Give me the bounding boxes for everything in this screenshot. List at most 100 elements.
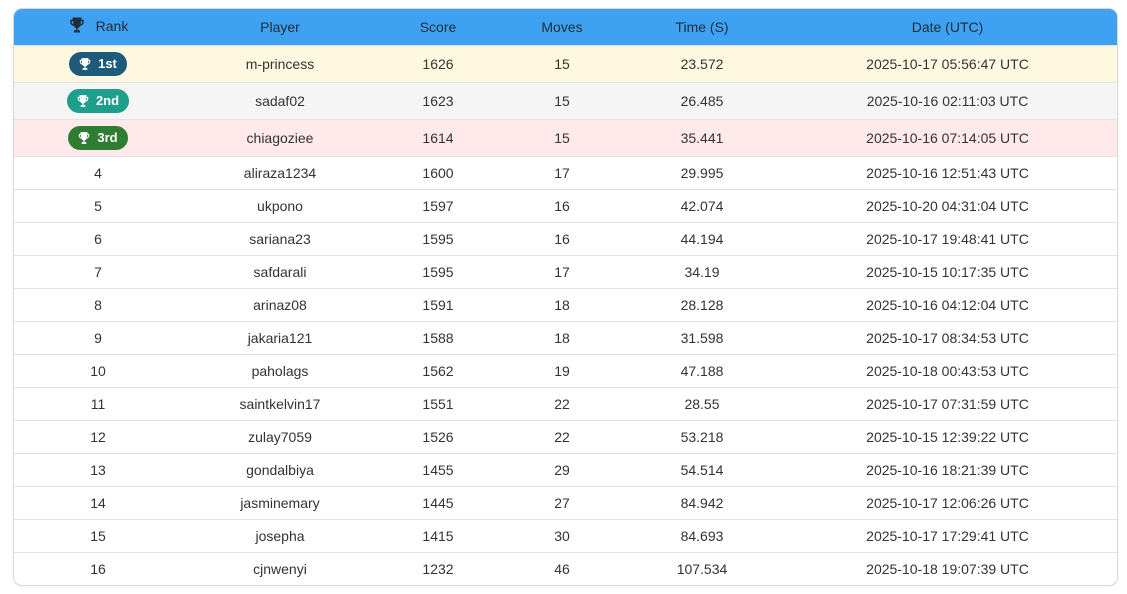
moves-cell: 17 bbox=[498, 155, 626, 189]
score-cell: 1600 bbox=[378, 155, 498, 189]
header-moves: Moves bbox=[541, 18, 583, 35]
leaderboard-table: Rank Player Score Moves Time (S) Date (U… bbox=[13, 8, 1118, 586]
time-cell: 84.942 bbox=[626, 485, 778, 519]
date-cell: 2025-10-15 10:17:35 UTC bbox=[778, 254, 1117, 288]
time-cell: 28.55 bbox=[626, 386, 778, 420]
moves-cell: 15 bbox=[498, 118, 626, 156]
header-score: Score bbox=[419, 18, 457, 35]
rank-cell: 8 bbox=[14, 287, 182, 321]
time-cell: 107.534 bbox=[626, 551, 778, 585]
score-cell: 1526 bbox=[378, 419, 498, 453]
player-cell: sariana23 bbox=[182, 221, 378, 255]
score-cell: 1455 bbox=[378, 452, 498, 486]
rank-cell: 10 bbox=[14, 353, 182, 387]
rank-cell: 16 bbox=[14, 551, 182, 585]
date-cell: 2025-10-20 04:31:04 UTC bbox=[778, 188, 1117, 222]
date-cell: 2025-10-17 08:34:53 UTC bbox=[778, 320, 1117, 354]
score-cell: 1588 bbox=[378, 320, 498, 354]
moves-cell: 30 bbox=[498, 518, 626, 552]
trophy-icon bbox=[68, 16, 86, 37]
table-row: 15 josepha 1415 30 84.693 2025-10-17 17:… bbox=[14, 518, 1117, 552]
table-row: 11 saintkelvin17 1551 22 28.55 2025-10-1… bbox=[14, 386, 1117, 420]
table-row: 8 arinaz08 1591 18 28.128 2025-10-16 04:… bbox=[14, 287, 1117, 321]
time-cell: 23.572 bbox=[626, 44, 778, 82]
moves-cell: 22 bbox=[498, 386, 626, 420]
rank-cell: 14 bbox=[14, 485, 182, 519]
player-cell: gondalbiya bbox=[182, 452, 378, 486]
score-cell: 1614 bbox=[378, 118, 498, 156]
time-cell: 54.514 bbox=[626, 452, 778, 486]
moves-cell: 46 bbox=[498, 551, 626, 585]
score-cell: 1623 bbox=[378, 81, 498, 119]
rank-cell: 11 bbox=[14, 386, 182, 420]
table-row-rank-2: 2nd sadaf02 1623 15 26.485 2025-10-16 02… bbox=[14, 81, 1117, 119]
rank-cell: 7 bbox=[14, 254, 182, 288]
rank-cell: 15 bbox=[14, 518, 182, 552]
date-cell: 2025-10-16 07:14:05 UTC bbox=[778, 118, 1117, 156]
rank-cell: 4 bbox=[14, 155, 182, 189]
score-cell: 1551 bbox=[378, 386, 498, 420]
score-cell: 1595 bbox=[378, 221, 498, 255]
moves-cell: 18 bbox=[498, 287, 626, 321]
moves-cell: 15 bbox=[498, 81, 626, 119]
rank-cell: 3rd bbox=[14, 118, 182, 156]
date-cell: 2025-10-16 04:12:04 UTC bbox=[778, 287, 1117, 321]
header-row: Rank Player Score Moves Time (S) Date (U… bbox=[14, 9, 1117, 45]
header-time: Time (S) bbox=[675, 18, 729, 35]
player-cell: safdarali bbox=[182, 254, 378, 288]
table-header: Rank Player Score Moves Time (S) Date (U… bbox=[14, 9, 1117, 45]
player-cell: ukpono bbox=[182, 188, 378, 222]
date-cell: 2025-10-17 07:31:59 UTC bbox=[778, 386, 1117, 420]
moves-cell: 22 bbox=[498, 419, 626, 453]
time-cell: 29.995 bbox=[626, 155, 778, 189]
table-row: 16 cjnwenyi 1232 46 107.534 2025-10-18 1… bbox=[14, 551, 1117, 585]
time-cell: 47.188 bbox=[626, 353, 778, 387]
player-cell: jasminemary bbox=[182, 485, 378, 519]
player-cell: saintkelvin17 bbox=[182, 386, 378, 420]
header-date: Date (UTC) bbox=[911, 18, 984, 35]
header-rank-label: Rank bbox=[95, 18, 129, 35]
table-row: 10 paholags 1562 19 47.188 2025-10-18 00… bbox=[14, 353, 1117, 387]
date-cell: 2025-10-16 18:21:39 UTC bbox=[778, 452, 1117, 486]
table-row: 12 zulay7059 1526 22 53.218 2025-10-15 1… bbox=[14, 419, 1117, 453]
table-row: 13 gondalbiya 1455 29 54.514 2025-10-16 … bbox=[14, 452, 1117, 486]
moves-cell: 17 bbox=[498, 254, 626, 288]
rank-badge-gold: 1st bbox=[69, 51, 127, 76]
time-cell: 53.218 bbox=[626, 419, 778, 453]
rank-badge-label: 1st bbox=[98, 56, 117, 71]
score-cell: 1626 bbox=[378, 44, 498, 82]
table-row: 14 jasminemary 1445 27 84.942 2025-10-17… bbox=[14, 485, 1117, 519]
leaderboard-grid: Rank Player Score Moves Time (S) Date (U… bbox=[14, 9, 1117, 585]
moves-cell: 29 bbox=[498, 452, 626, 486]
date-cell: 2025-10-17 12:06:26 UTC bbox=[778, 485, 1117, 519]
rank-badge-bronze: 3rd bbox=[68, 125, 128, 150]
rank-cell: 2nd bbox=[14, 81, 182, 119]
rank-badge-label: 2nd bbox=[95, 93, 120, 108]
time-cell: 28.128 bbox=[626, 287, 778, 321]
table-row: 5 ukpono 1597 16 42.074 2025-10-20 04:31… bbox=[14, 188, 1117, 222]
date-cell: 2025-10-16 02:11:03 UTC bbox=[778, 81, 1117, 119]
table-row: 7 safdarali 1595 17 34.19 2025-10-15 10:… bbox=[14, 254, 1117, 288]
rank-cell: 1st bbox=[14, 44, 182, 82]
rank-badge-silver: 2nd bbox=[66, 88, 130, 113]
table-row: 6 sariana23 1595 16 44.194 2025-10-17 19… bbox=[14, 221, 1117, 255]
moves-cell: 16 bbox=[498, 221, 626, 255]
score-cell: 1591 bbox=[378, 287, 498, 321]
time-cell: 84.693 bbox=[626, 518, 778, 552]
player-cell: cjnwenyi bbox=[182, 551, 378, 585]
date-cell: 2025-10-15 12:39:22 UTC bbox=[778, 419, 1117, 453]
score-cell: 1597 bbox=[378, 188, 498, 222]
table-row-rank-3: 3rd chiagoziee 1614 15 35.441 2025-10-16… bbox=[14, 118, 1117, 156]
score-cell: 1232 bbox=[378, 551, 498, 585]
rank-cell: 12 bbox=[14, 419, 182, 453]
moves-cell: 27 bbox=[498, 485, 626, 519]
trophy-icon bbox=[79, 131, 90, 144]
table-row: 4 aliraza1234 1600 17 29.995 2025-10-16 … bbox=[14, 155, 1117, 189]
trophy-icon bbox=[77, 94, 89, 107]
player-cell: sadaf02 bbox=[182, 81, 378, 119]
date-cell: 2025-10-17 19:48:41 UTC bbox=[778, 221, 1117, 255]
date-cell: 2025-10-17 05:56:47 UTC bbox=[778, 44, 1117, 82]
score-cell: 1562 bbox=[378, 353, 498, 387]
player-cell: arinaz08 bbox=[182, 287, 378, 321]
score-cell: 1595 bbox=[378, 254, 498, 288]
